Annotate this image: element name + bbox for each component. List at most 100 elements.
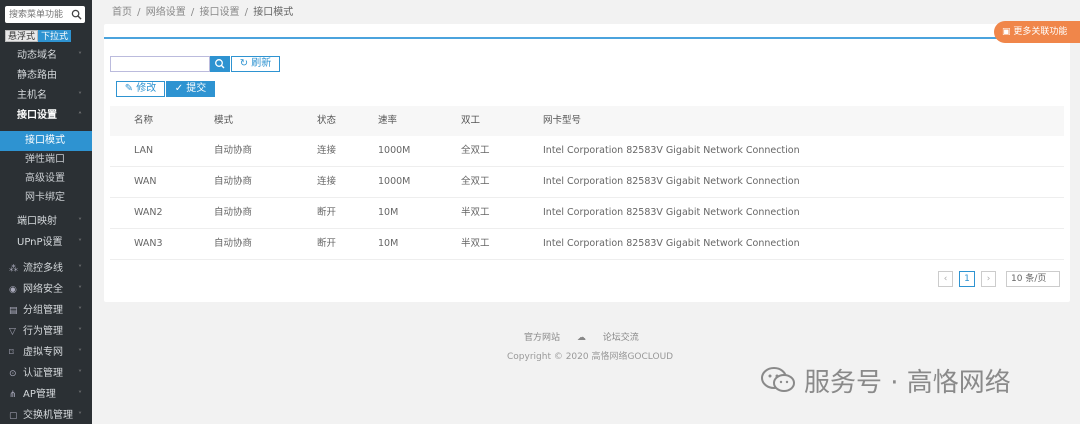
prev-page-button[interactable]: ‹: [938, 271, 953, 287]
sidebar-item-port-mapping[interactable]: 端口映射 ˅: [0, 212, 92, 232]
copyright: Copyright © 2020 高恪网络GOCLOUD: [507, 352, 674, 362]
column-header-status: 状态: [317, 115, 337, 126]
card-accent-line: [104, 37, 1070, 39]
pencil-icon: ✎: [124, 83, 137, 94]
cell-nic-model: Intel Corporation 82583V Gigabit Network…: [543, 238, 800, 249]
sidebar: 悬浮式 下拉式 动态域名˅ 静态路由 主机名˅ 接口设置˄ 接口模式 弹性端口 …: [0, 0, 92, 424]
chevron-down-icon: ˅: [78, 51, 82, 60]
sidebar-item-label: 接口设置: [17, 110, 57, 121]
cell-nic-model: Intel Corporation 82583V Gigabit Network…: [543, 145, 800, 156]
cell-mode: 自动协商: [214, 207, 253, 218]
column-header-speed: 速率: [378, 115, 398, 126]
footer-link-forum[interactable]: 论坛交流: [603, 333, 639, 343]
wechat-icon: [761, 367, 795, 392]
menu-search: [5, 6, 85, 23]
check-icon: ⊙: [9, 369, 17, 379]
cell-mode: 自动协商: [214, 145, 253, 156]
breadcrumb-current: 接口模式: [253, 7, 294, 18]
sidebar-item-upnp[interactable]: UPnP设置 ˅: [0, 233, 92, 253]
cell-status: 断开: [317, 207, 337, 218]
sidebar-group-ap[interactable]: ⋔ AP管理 ˅: [0, 384, 92, 405]
cell-status: 断开: [317, 238, 337, 249]
search-icon[interactable]: [71, 9, 82, 20]
sidebar-group-network-security[interactable]: ◉ 网络安全 ˅: [0, 279, 92, 300]
breadcrumb-interface[interactable]: 接口设置: [199, 7, 239, 18]
group-icon: ⁂: [9, 264, 18, 274]
table-header: 名称 模式 状态 速率 双工 网卡型号: [110, 106, 1064, 136]
grid-icon: ▣: [1002, 27, 1014, 37]
sidebar-subitem-elastic-port[interactable]: 弹性端口: [0, 150, 92, 170]
filter-search-button[interactable]: [210, 56, 230, 72]
table-row[interactable]: WAN2 自动协商 断开 10M 半双工 Intel Corporation 8…: [110, 198, 1064, 229]
sidebar-item-static-route[interactable]: 静态路由: [0, 66, 92, 86]
footer-link-official[interactable]: 官方网站: [524, 333, 560, 343]
chevron-down-icon: ˅: [78, 264, 82, 273]
cell-name: LAN: [134, 145, 154, 156]
sidebar-group-label: 行为管理: [23, 326, 63, 337]
sidebar-item-label: 主机名: [17, 90, 47, 101]
next-page-button[interactable]: ›: [981, 271, 996, 287]
sidebar-item-label: 静态路由: [17, 70, 57, 81]
sidebar-subitem-nic-bond[interactable]: 网卡绑定: [0, 188, 92, 208]
cell-speed: 10M: [378, 238, 399, 249]
submit-button[interactable]: ✓ 提交: [166, 81, 215, 97]
cell-mode: 自动协商: [214, 176, 253, 187]
mode-dropdown-button[interactable]: 下拉式: [38, 30, 72, 42]
sidebar-item-interface-settings[interactable]: 接口设置 ˄: [0, 106, 92, 126]
sidebar-group-label: 网络安全: [23, 284, 63, 295]
breadcrumb: 首页 / 网络设置 / 接口设置 / 接口模式: [112, 7, 294, 18]
sidebar-item-hostname[interactable]: 主机名 ˅: [0, 86, 92, 106]
sidebar-subitem-advanced[interactable]: 高级设置: [0, 169, 92, 189]
sidebar-item-label: UPnP设置: [17, 237, 63, 248]
edit-button[interactable]: ✎ 修改: [116, 81, 165, 97]
refresh-icon: ↻: [239, 58, 252, 69]
column-header-name: 名称: [134, 115, 154, 126]
breadcrumb-network[interactable]: 网络设置: [146, 7, 186, 18]
breadcrumb-home[interactable]: 首页: [112, 7, 132, 18]
chevron-left-icon: ‹: [943, 274, 948, 284]
cell-duplex: 半双工: [461, 238, 490, 249]
ap-icon: ⋔: [9, 390, 17, 400]
sidebar-item-ddns[interactable]: 动态域名 ˅: [0, 46, 92, 66]
table-row[interactable]: LAN 自动协商 连接 1000M 全双工 Intel Corporation …: [110, 136, 1064, 167]
cell-status: 连接: [317, 176, 337, 187]
sidebar-group-label: 流控多线: [23, 263, 63, 274]
cloud-icon: ☁: [576, 333, 586, 343]
list-icon: ▤: [9, 306, 18, 316]
table-row[interactable]: WAN 自动协商 连接 1000M 全双工 Intel Corporation …: [110, 167, 1064, 198]
mode-float-button[interactable]: 悬浮式: [5, 30, 39, 42]
sidebar-group-label: 交换机管理: [23, 410, 73, 421]
footer-links: 官方网站 ☁ 论坛交流: [524, 330, 653, 343]
cell-mode: 自动协商: [214, 238, 253, 249]
cell-duplex: 半双工: [461, 207, 490, 218]
filter-input[interactable]: [110, 56, 210, 72]
page-number-button[interactable]: 1: [959, 271, 975, 287]
column-header-mode: 模式: [214, 115, 234, 126]
page-size-select[interactable]: 10 条/页: [1006, 271, 1060, 287]
sidebar-group-flow-control[interactable]: ⁂ 流控多线 ˅: [0, 258, 92, 279]
sidebar-group-label: AP管理: [23, 389, 56, 400]
sidebar-group-switch[interactable]: ▢ 交换机管理 ˅: [0, 405, 92, 424]
sidebar-group-label: 认证管理: [23, 368, 63, 379]
sidebar-group-auth[interactable]: ⊙ 认证管理 ˅: [0, 363, 92, 384]
sidebar-group-vpn[interactable]: ⌑ 虚拟专网 ˅: [0, 342, 92, 363]
vpn-icon: ⌑: [9, 348, 14, 358]
more-features-label: 更多关联功能: [1013, 27, 1068, 37]
cell-duplex: 全双工: [461, 176, 490, 187]
menu-search-input[interactable]: [5, 6, 69, 23]
edit-label: 修改: [136, 83, 157, 94]
sidebar-item-label: 端口映射: [17, 216, 57, 227]
switch-icon: ▢: [9, 411, 18, 421]
chevron-down-icon: ˅: [78, 390, 82, 399]
sidebar-group-behavior[interactable]: ▽ 行为管理 ˅: [0, 321, 92, 342]
sidebar-group-group-manage[interactable]: ▤ 分组管理 ˅: [0, 300, 92, 321]
table-row[interactable]: WAN3 自动协商 断开 10M 半双工 Intel Corporation 8…: [110, 229, 1064, 260]
column-header-duplex: 双工: [461, 115, 481, 126]
more-features-button[interactable]: ▣ 更多关联功能: [994, 21, 1080, 43]
menu-mode-toggle: 悬浮式 下拉式: [5, 30, 72, 42]
cell-nic-model: Intel Corporation 82583V Gigabit Network…: [543, 207, 800, 218]
shield-icon: ◉: [9, 285, 17, 295]
refresh-button[interactable]: ↻ 刷新: [231, 56, 280, 72]
chevron-right-icon: ›: [986, 274, 991, 284]
sidebar-subitem-interface-mode[interactable]: 接口模式: [0, 131, 92, 151]
